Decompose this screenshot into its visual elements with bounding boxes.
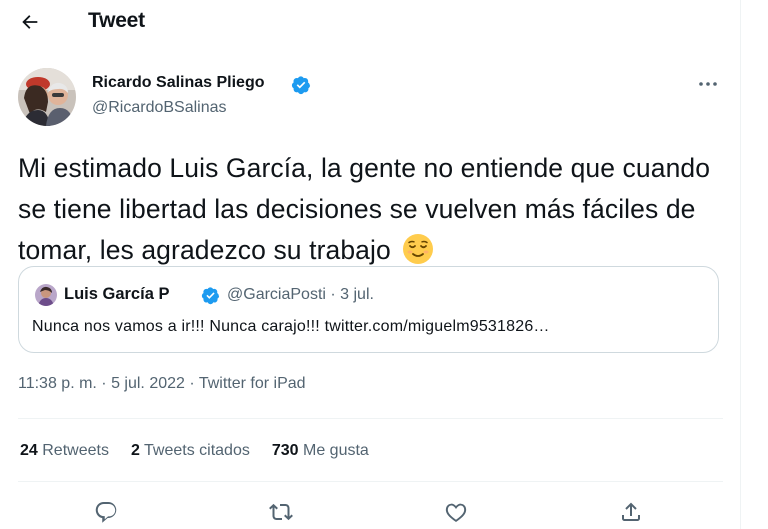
quote-tweets-label: Tweets citados [144,442,250,459]
author-handle[interactable]: @RicardoBSalinas [92,99,227,117]
retweets-count: 24 [20,442,38,459]
verified-badge-icon [201,287,220,305]
author-name[interactable]: Ricardo Salinas Pliego [92,74,265,92]
page-title: Tweet [88,9,145,32]
divider [18,418,723,419]
more-dots-icon [699,82,717,86]
like-heart-icon [445,503,467,522]
quote-tweets-stat[interactable]: 2 Tweets citados [131,442,250,460]
retweet-button[interactable] [264,496,298,528]
quoted-handle-date: @GarciaPosti · 3 jul. [227,286,374,303]
like-button[interactable] [439,496,473,528]
quoted-tweet[interactable]: Luis García P @GarciaPosti · 3 jul. Nunc… [18,266,719,353]
relieved-face-emoji-icon [403,234,434,264]
author-avatar[interactable] [18,68,76,126]
tweet-text: Mi estimado Luis García, la gente no ent… [18,148,733,271]
reply-icon [95,502,117,523]
column-border [740,0,741,529]
quoted-tweet-text: Nunca nos vamos a ir!!! Nunca carajo!!! … [32,318,550,335]
likes-stat[interactable]: 730 Me gusta [272,442,369,460]
tweet-time[interactable]: 11:38 p. m. [18,375,97,392]
back-button[interactable] [14,7,46,37]
verified-badge-icon [291,76,311,95]
meta-separator: · [96,375,112,392]
page-header: Tweet [0,0,740,44]
tweet-actions [0,496,740,528]
quote-tweets-count: 2 [130,442,140,459]
retweets-stat[interactable]: 24 Retweets [20,442,109,460]
meta-separator: · [184,375,199,392]
retweet-icon [269,503,293,521]
more-options-button[interactable] [694,74,722,94]
quoted-author-avatar [35,284,57,306]
share-button[interactable] [614,496,648,528]
tweet-body: Mi estimado Luis García, la gente no ent… [18,153,711,265]
tweet-date[interactable]: 5 jul. 2022 [111,375,185,392]
share-icon [622,502,640,521]
back-arrow-icon [22,15,38,29]
engagement-stats: 24 Retweets 2 Tweets citados 730 Me gusta [20,442,391,460]
tweet-detail-column: Tweet Ricardo Salinas Pliego @RicardoBSa… [0,0,740,529]
likes-count: 730 [271,442,299,459]
divider [18,481,723,482]
reply-button[interactable] [89,496,123,528]
quoted-author-name: Luis García P [64,285,170,303]
retweets-label: Retweets [42,442,109,459]
tweet-metadata: 11:38 p. m. · 5 jul. 2022 · Twitter for … [18,375,306,393]
tweet-source[interactable]: Twitter for iPad [199,375,306,392]
likes-label: Me gusta [303,442,369,459]
